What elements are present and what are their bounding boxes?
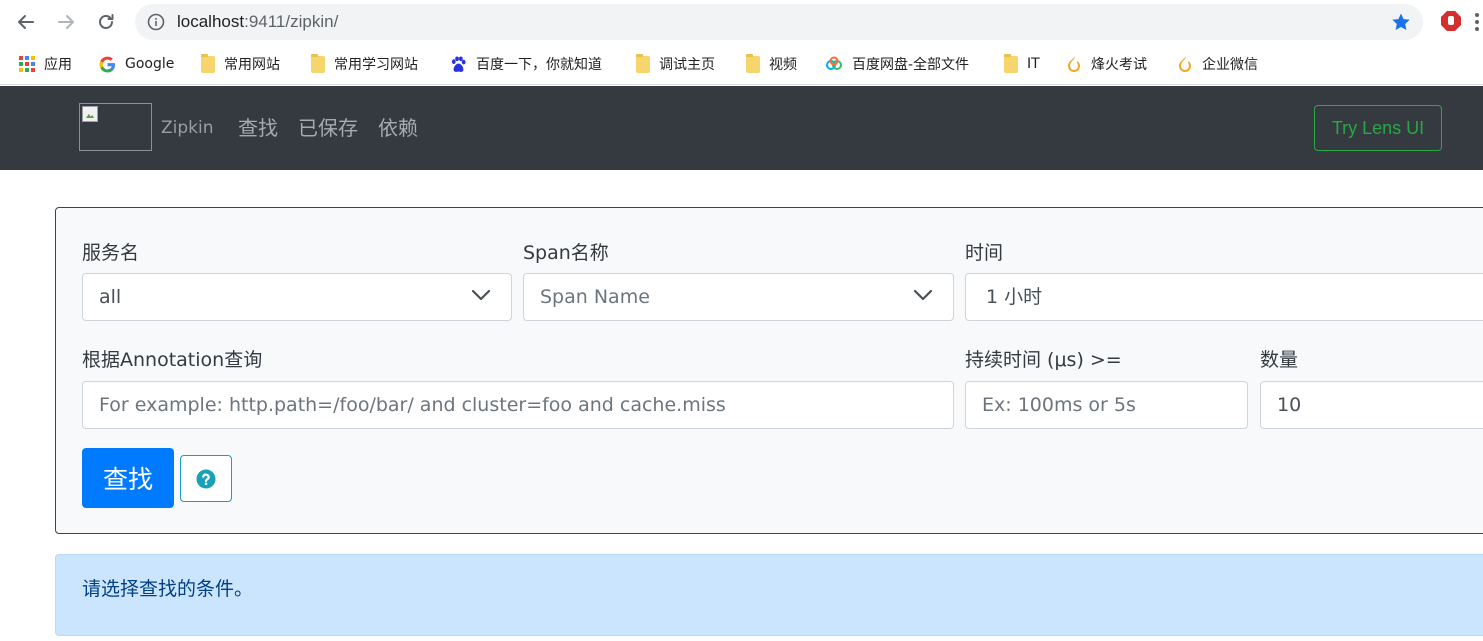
browser-toolbar: localhost:9411/zipkin/: [0, 0, 1483, 44]
brand-name[interactable]: Zipkin: [161, 86, 214, 170]
reload-button[interactable]: [94, 10, 118, 34]
apps-grid-icon: [19, 56, 35, 72]
flame-icon: [1179, 56, 1191, 72]
bookmark-label: 百度一下，你就知道: [476, 57, 602, 73]
annotation-query-input[interactable]: For example: http.path=/foo/bar/ and clu…: [82, 381, 954, 429]
bookmark-folder-video[interactable]: 视频: [746, 44, 797, 84]
arrow-left-icon: [18, 15, 34, 29]
service-name-value: all: [99, 286, 122, 308]
alert-message: 请选择查找的条件。: [82, 578, 254, 600]
nav-link-saved[interactable]: 已保存: [298, 86, 358, 170]
folder-icon: [746, 53, 760, 73]
bookmark-label: 应用: [44, 57, 72, 73]
question-circle-icon: [196, 469, 216, 488]
folder-icon: [1004, 53, 1018, 73]
info-alert: 请选择查找的条件。: [55, 554, 1483, 636]
bookmark-label: IT: [1027, 56, 1040, 72]
try-lens-ui-button[interactable]: Try Lens UI: [1314, 105, 1442, 151]
limit-input[interactable]: 10: [1260, 381, 1483, 429]
info-icon[interactable]: [147, 13, 165, 31]
adblock-extension-icon[interactable]: [1440, 10, 1462, 32]
limit-label: 数量: [1260, 349, 1299, 371]
bookmark-fenghuo-exam[interactable]: 烽火考试: [1066, 44, 1147, 84]
limit-value: 10: [1277, 394, 1302, 416]
bookmark-label: Google: [125, 56, 175, 72]
address-bar[interactable]: localhost:9411/zipkin/: [135, 4, 1423, 40]
service-name-label: 服务名: [82, 242, 140, 264]
bookmark-label: 常用学习网站: [334, 57, 418, 73]
bookmark-google[interactable]: Google: [99, 44, 174, 84]
back-button[interactable]: [14, 10, 38, 34]
duration-label: 持续时间 (μs) >=: [965, 349, 1122, 371]
time-label: 时间: [965, 242, 1004, 264]
bookmark-label: 烽火考试: [1091, 57, 1147, 73]
span-name-placeholder: Span Name: [540, 286, 650, 308]
bookmark-folder-common-sites[interactable]: 常用网站: [201, 44, 280, 84]
time-range-value: 1 小时: [986, 286, 1043, 308]
help-button[interactable]: [180, 455, 232, 502]
span-name-label: Span名称: [523, 242, 609, 264]
baidu-cloud-icon: [826, 56, 842, 70]
nav-link-find[interactable]: 查找: [238, 86, 278, 170]
bookmark-folder-debug[interactable]: 调试主页: [636, 44, 715, 84]
folder-icon: [636, 53, 650, 73]
bookmark-folder-learning-sites[interactable]: 常用学习网站: [311, 44, 418, 84]
browser-menu-button[interactable]: [1472, 12, 1483, 32]
bookmark-label: 视频: [769, 57, 797, 73]
folder-icon: [311, 53, 325, 73]
search-button[interactable]: 查找: [82, 448, 174, 508]
bookmark-label: 百度网盘-全部文件: [852, 57, 970, 73]
more-vert-icon: [1475, 13, 1479, 31]
span-name-select[interactable]: Span Name: [523, 273, 954, 321]
annotation-query-label: 根据Annotation查询: [82, 349, 263, 371]
forward-button[interactable]: [54, 10, 78, 34]
bookmark-folder-it[interactable]: IT: [1004, 44, 1040, 84]
folder-icon: [201, 53, 215, 73]
chevron-down-icon: [913, 289, 933, 301]
arrow-right-icon: [58, 15, 74, 29]
broken-image-icon: [82, 106, 98, 122]
bookmark-label: 企业微信: [1202, 57, 1258, 73]
bookmarks-bar: 应用 Google 常用网站 常用学习网站 百度一下，你就知道 调试主页 视频: [0, 44, 1483, 85]
bookmark-star-icon[interactable]: [1391, 12, 1411, 32]
url-text[interactable]: localhost:9411/zipkin/: [177, 4, 338, 40]
search-form-card: 服务名 all Span名称 Span Name 时间 1 小时 根据Annot…: [55, 207, 1483, 534]
chevron-down-icon: [471, 289, 491, 301]
time-range-select[interactable]: 1 小时: [965, 273, 1483, 321]
min-duration-input[interactable]: Ex: 100ms or 5s: [965, 381, 1248, 429]
bookmark-baidu[interactable]: 百度一下，你就知道: [450, 44, 602, 84]
google-icon: [99, 56, 116, 73]
service-name-select[interactable]: all: [82, 273, 512, 321]
baidu-paw-icon: [451, 55, 466, 72]
bookmark-apps[interactable]: 应用: [19, 44, 72, 84]
flame-icon: [1068, 56, 1080, 72]
min-duration-placeholder: Ex: 100ms or 5s: [982, 394, 1136, 416]
bookmark-label: 调试主页: [659, 57, 715, 73]
bookmark-baidu-pan[interactable]: 百度网盘-全部文件: [825, 44, 969, 84]
nav-link-dependencies[interactable]: 依赖: [378, 86, 418, 170]
reload-icon: [99, 14, 114, 29]
zipkin-navbar: Zipkin 查找 已保存 依赖 Try Lens UI: [0, 86, 1483, 170]
annotation-query-placeholder: For example: http.path=/foo/bar/ and clu…: [99, 394, 726, 416]
bookmark-wecom[interactable]: 企业微信: [1177, 44, 1258, 84]
zipkin-logo-broken-image[interactable]: [79, 103, 152, 151]
bookmark-label: 常用网站: [224, 57, 280, 73]
